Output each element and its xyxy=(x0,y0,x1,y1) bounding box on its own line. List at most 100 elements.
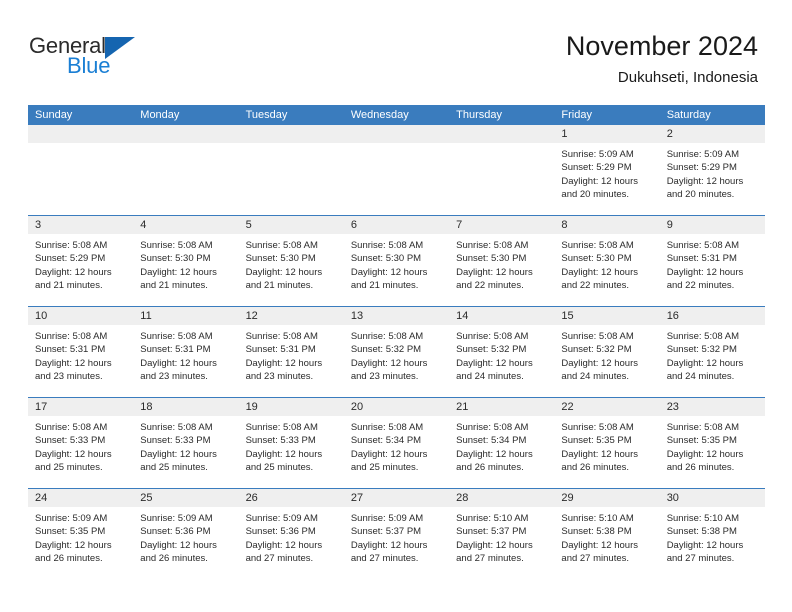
general-blue-logo[interactable]: General Blue xyxy=(29,33,179,83)
sunrise-text: Sunrise: 5:08 AM xyxy=(561,331,634,342)
calendar-day-cell[interactable]: 10 Sunrise: 5:08 AM Sunset: 5:31 PM Dayligh… xyxy=(28,307,134,397)
sunrise-text: Sunrise: 5:08 AM xyxy=(456,240,529,251)
calendar-day-cell[interactable]: 26 Sunrise: 5:09 AM Sunset: 5:36 PM Dayligh… xyxy=(238,489,344,579)
calendar-day-cell[interactable]: 11 Sunrise: 5:08 AM Sunset: 5:31 PM Dayligh… xyxy=(133,307,239,397)
day-number-band: 5 xyxy=(238,216,344,234)
calendar-day-cell[interactable]: 15 Sunrise: 5:08 AM Sunset: 5:32 PM Dayligh… xyxy=(554,307,660,397)
calendar-day-cell[interactable]: 24 Sunrise: 5:09 AM Sunset: 5:35 PM Dayligh… xyxy=(28,489,134,579)
sunset-text: Sunset: 5:37 PM xyxy=(350,526,422,538)
sunrise-text: Sunrise: 5:09 AM xyxy=(140,513,213,524)
day-sun-info: Sunrise: 5:08 AM Sunset: 5:30 PM Daylight:… xyxy=(554,234,659,293)
sunset-text: Sunset: 5:29 PM xyxy=(35,253,106,265)
sunrise-text: Sunrise: 5:08 AM xyxy=(245,240,318,251)
calendar-day-cell[interactable]: 22 Sunrise: 5:08 AM Sunset: 5:35 PM Dayligh… xyxy=(554,398,660,488)
day-number: 23 xyxy=(666,401,679,413)
daylight-text-line2: and 24 minutes. xyxy=(456,371,524,383)
daylight-text-line2: and 25 minutes. xyxy=(245,462,314,474)
daylight-text-line1: Daylight: 12 hours xyxy=(350,539,428,551)
day-number-band: 20 xyxy=(343,398,450,416)
day-sun-info: Sunrise: 5:10 AM Sunset: 5:38 PM Daylight:… xyxy=(554,507,659,566)
calendar-day-cell[interactable]: 7 Sunrise: 5:08 AM Sunset: 5:30 PM Daylight… xyxy=(449,216,555,306)
daylight-text-line1: Daylight: 12 hours xyxy=(245,448,323,460)
day-number: 9 xyxy=(666,219,673,231)
day-number: 15 xyxy=(561,310,574,322)
daylight-text-line1: Daylight: 12 hours xyxy=(140,448,217,460)
sunset-text: Sunset: 5:33 PM xyxy=(245,435,316,447)
calendar-day-cell[interactable]: 27 Sunrise: 5:09 AM Sunset: 5:37 PM Dayligh… xyxy=(343,489,450,579)
day-number: 17 xyxy=(35,401,48,413)
calendar-day-cell[interactable]: 16 Sunrise: 5:08 AM Sunset: 5:32 PM Dayligh… xyxy=(659,307,765,397)
day-number: 16 xyxy=(666,310,679,322)
day-number: 6 xyxy=(350,219,357,231)
calendar-day-cell[interactable]: 25 Sunrise: 5:09 AM Sunset: 5:36 PM Dayligh… xyxy=(133,489,239,579)
day-sun-info: Sunrise: 5:08 AM Sunset: 5:30 PM Daylight:… xyxy=(133,234,238,293)
day-number: 10 xyxy=(35,310,48,322)
day-number: 12 xyxy=(245,310,258,322)
calendar-day-cell[interactable]: 12 Sunrise: 5:08 AM Sunset: 5:31 PM Dayligh… xyxy=(238,307,344,397)
sunrise-text: Sunrise: 5:10 AM xyxy=(666,513,740,524)
calendar-day-cell[interactable]: 1 Sunrise: 5:09 AM Sunset: 5:29 PM Daylight… xyxy=(554,125,660,215)
calendar-day-cell[interactable]: 14 Sunrise: 5:08 AM Sunset: 5:32 PM Dayligh… xyxy=(449,307,555,397)
calendar-day-cell[interactable]: 21 Sunrise: 5:08 AM Sunset: 5:34 PM Dayligh… xyxy=(449,398,555,488)
day-sun-info: Sunrise: 5:09 AM Sunset: 5:29 PM Daylight:… xyxy=(554,143,659,202)
calendar-week-row: 10 Sunrise: 5:08 AM Sunset: 5:31 PM Dayligh… xyxy=(28,306,765,397)
day-number-band: 11 xyxy=(133,307,239,325)
day-number: 8 xyxy=(561,219,568,231)
calendar-day-cell[interactable]: 30 Sunrise: 5:10 AM Sunset: 5:38 PM Dayligh… xyxy=(659,489,765,579)
day-sun-info: Sunrise: 5:08 AM Sunset: 5:34 PM Daylight:… xyxy=(344,416,449,475)
day-sun-info: Sunrise: 5:08 AM Sunset: 5:35 PM Daylight:… xyxy=(660,416,765,475)
day-sun-info: Sunrise: 5:08 AM Sunset: 5:34 PM Daylight:… xyxy=(449,416,554,475)
calendar-day-cell[interactable]: 29 Sunrise: 5:10 AM Sunset: 5:38 PM Dayligh… xyxy=(554,489,660,579)
calendar-page: General Blue November 2024 Dukuhseti, In… xyxy=(0,0,792,612)
calendar-day-cell[interactable]: 13 Sunrise: 5:08 AM Sunset: 5:32 PM Dayligh… xyxy=(343,307,450,397)
calendar-day-cell[interactable]: 19 Sunrise: 5:08 AM Sunset: 5:33 PM Dayligh… xyxy=(238,398,344,488)
weekday-header-saturday: Saturday xyxy=(666,109,711,121)
sunset-text: Sunset: 5:31 PM xyxy=(35,344,106,356)
calendar-day-cell[interactable]: 20 Sunrise: 5:08 AM Sunset: 5:34 PM Dayligh… xyxy=(343,398,450,488)
sunset-text: Sunset: 5:38 PM xyxy=(561,526,632,538)
day-number: 13 xyxy=(350,310,364,322)
daylight-text-line1: Daylight: 12 hours xyxy=(456,357,533,369)
day-number: 30 xyxy=(666,492,679,504)
calendar-day-cell[interactable]: 23 Sunrise: 5:08 AM Sunset: 5:35 PM Dayligh… xyxy=(659,398,765,488)
day-number-band: 19 xyxy=(238,398,344,416)
calendar-day-cell[interactable]: 28 Sunrise: 5:10 AM Sunset: 5:37 PM Dayligh… xyxy=(449,489,555,579)
page-header: General Blue November 2024 Dukuhseti, In… xyxy=(0,0,792,104)
sunrise-text: Sunrise: 5:09 AM xyxy=(245,513,318,524)
calendar-day-cell[interactable]: 17 Sunrise: 5:08 AM Sunset: 5:33 PM Dayligh… xyxy=(28,398,134,488)
day-number: 2 xyxy=(666,128,673,140)
calendar-day-cell[interactable]: 5 Sunrise: 5:08 AM Sunset: 5:30 PM Daylight… xyxy=(238,216,344,306)
day-number-band xyxy=(133,125,239,143)
daylight-text-line2: and 21 minutes. xyxy=(140,280,208,292)
daylight-text-line2: and 27 minutes. xyxy=(350,553,419,565)
daylight-text-line2: and 27 minutes. xyxy=(561,553,630,565)
day-number-band: 30 xyxy=(659,489,765,507)
calendar-day-cell[interactable]: 6 Sunrise: 5:08 AM Sunset: 5:30 PM Daylight… xyxy=(343,216,450,306)
sunrise-text: Sunrise: 5:08 AM xyxy=(140,240,213,251)
daylight-text-line2: and 22 minutes. xyxy=(561,280,630,292)
daylight-text-line1: Daylight: 12 hours xyxy=(245,266,323,278)
sunset-text: Sunset: 5:30 PM xyxy=(245,253,316,265)
calendar-day-cell[interactable]: 2 Sunrise: 5:09 AM Sunset: 5:29 PM Daylight… xyxy=(659,125,765,215)
sunrise-text: Sunrise: 5:08 AM xyxy=(245,331,318,342)
daylight-text-line2: and 25 minutes. xyxy=(140,462,208,474)
calendar-day-cell[interactable]: 4 Sunrise: 5:08 AM Sunset: 5:30 PM Daylight… xyxy=(133,216,239,306)
calendar-day-cell-empty xyxy=(449,125,555,215)
calendar-day-cell[interactable]: 18 Sunrise: 5:08 AM Sunset: 5:33 PM Dayligh… xyxy=(133,398,239,488)
day-sun-info: Sunrise: 5:08 AM Sunset: 5:33 PM Daylight:… xyxy=(28,416,133,475)
day-number: 5 xyxy=(245,219,252,231)
title-block: November 2024 Dukuhseti, Indonesia xyxy=(566,30,758,87)
calendar-day-cell[interactable]: 3 Sunrise: 5:08 AM Sunset: 5:29 PM Daylight… xyxy=(28,216,134,306)
daylight-text-line2: and 27 minutes. xyxy=(456,553,524,565)
day-sun-info: Sunrise: 5:08 AM Sunset: 5:33 PM Daylight:… xyxy=(133,416,238,475)
calendar-day-cell[interactable]: 9 Sunrise: 5:08 AM Sunset: 5:31 PM Daylight… xyxy=(659,216,765,306)
daylight-text-line1: Daylight: 12 hours xyxy=(561,448,638,460)
calendar-day-cell[interactable]: 8 Sunrise: 5:08 AM Sunset: 5:30 PM Daylight… xyxy=(554,216,660,306)
sunset-text: Sunset: 5:29 PM xyxy=(666,162,737,174)
day-number-band: 27 xyxy=(343,489,450,507)
sunset-text: Sunset: 5:31 PM xyxy=(245,344,316,356)
sunset-text: Sunset: 5:32 PM xyxy=(666,344,737,356)
sunset-text: Sunset: 5:30 PM xyxy=(350,253,422,265)
daylight-text-line2: and 22 minutes. xyxy=(456,280,524,292)
weekday-header-thursday: Thursday xyxy=(456,109,502,121)
